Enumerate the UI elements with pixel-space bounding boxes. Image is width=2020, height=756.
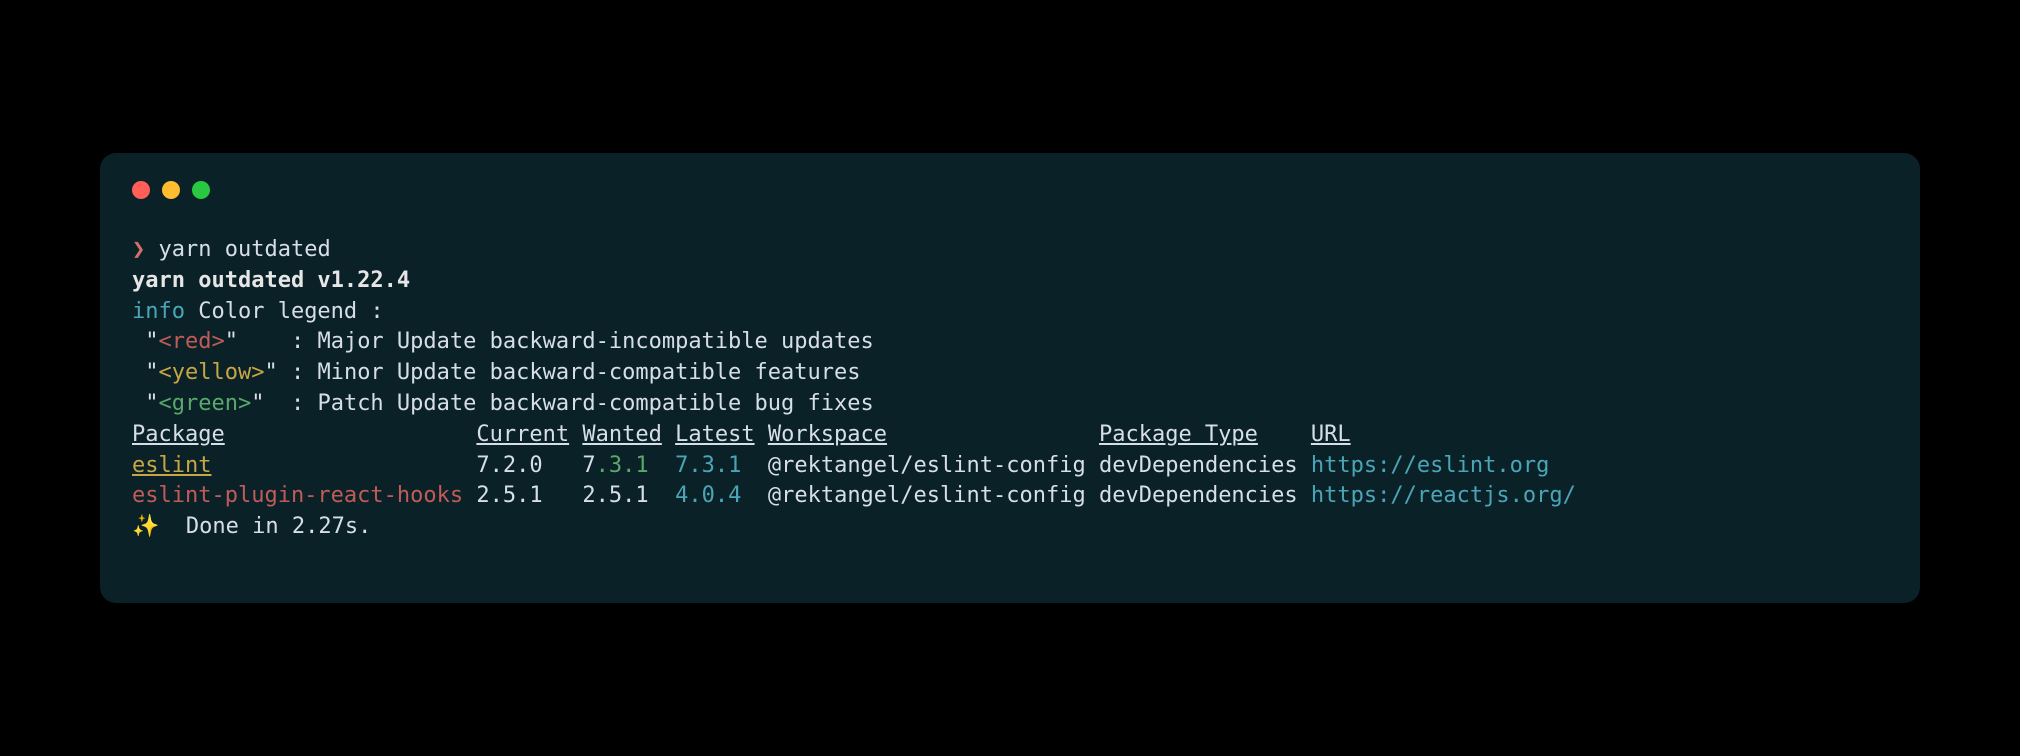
row-0-url: https://eslint.org [1311, 453, 1549, 478]
row-1-package: eslint-plugin-react-hooks [132, 483, 463, 508]
row-0-package-type: devDependencies [1099, 453, 1298, 478]
prompt-caret: ❯ [132, 237, 145, 262]
col-package-type: Package Type [1099, 422, 1258, 447]
terminal-content[interactable]: ❯ yarn outdated yarn outdated v1.22.4 in… [132, 235, 1888, 543]
col-url: URL [1311, 422, 1351, 447]
row-0-latest: 7.3.1 [675, 453, 741, 478]
col-package: Package [132, 422, 225, 447]
terminal-window: ❯ yarn outdated yarn outdated v1.22.4 in… [100, 153, 1920, 603]
info-label: info [132, 299, 185, 324]
yarn-version-line: yarn outdated v1.22.4 [132, 268, 410, 293]
legend-yellow-tag: <yellow> [159, 360, 265, 385]
window-controls [132, 181, 1888, 199]
zoom-icon[interactable] [192, 181, 210, 199]
col-wanted: Wanted [582, 422, 661, 447]
legend-red-tag: <red> [159, 329, 225, 354]
row-1-workspace: @rektangel/eslint-config [768, 483, 1086, 508]
col-current: Current [476, 422, 569, 447]
close-icon[interactable] [132, 181, 150, 199]
row-0-current: 7.2.0 [476, 453, 542, 478]
minimize-icon[interactable] [162, 181, 180, 199]
row-0-workspace: @rektangel/eslint-config [768, 453, 1086, 478]
command-text: yarn outdated [159, 237, 331, 262]
col-workspace: Workspace [768, 422, 887, 447]
sparkle-icon: ✨ [132, 514, 159, 539]
legend-red-desc: Major Update backward-incompatible updat… [317, 329, 873, 354]
col-latest: Latest [675, 422, 754, 447]
row-0-wanted-prefix: 7 [582, 453, 595, 478]
legend-green-desc: Patch Update backward-compatible bug fix… [317, 391, 873, 416]
legend-green-tag: <green> [159, 391, 252, 416]
row-1-package-type: devDependencies [1099, 483, 1298, 508]
row-1-wanted-prefix: 2.5.1 [582, 483, 648, 508]
row-0-package: eslint [132, 453, 211, 478]
row-0-wanted-colored: .3.1 [596, 453, 649, 478]
row-1-current: 2.5.1 [476, 483, 542, 508]
info-text: Color legend : [185, 299, 384, 324]
row-1-latest: 4.0.4 [675, 483, 741, 508]
row-1-url: https://reactjs.org/ [1311, 483, 1576, 508]
done-text: Done in 2.27s. [159, 514, 371, 539]
legend-yellow-desc: Minor Update backward-compatible feature… [317, 360, 860, 385]
